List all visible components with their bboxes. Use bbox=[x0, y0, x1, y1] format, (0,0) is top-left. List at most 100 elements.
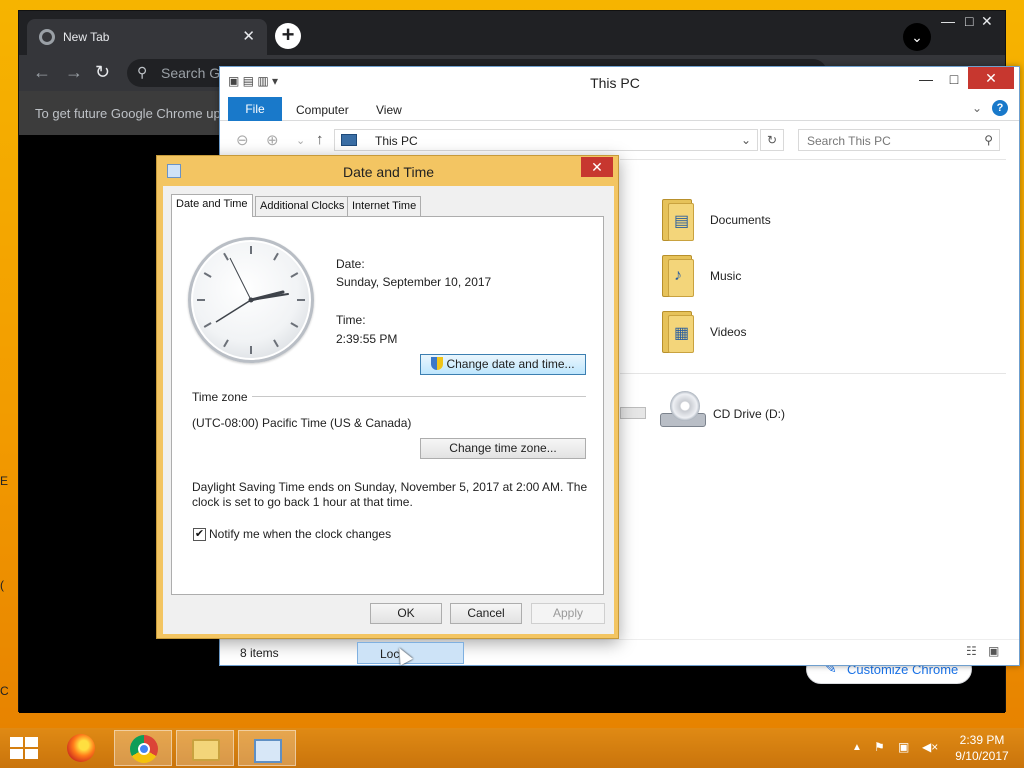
taskbar: ▲ ⚑ ▣ ◀× 2:39 PM 9/10/2017 bbox=[0, 728, 1024, 768]
search-icon: ⚲ bbox=[137, 64, 148, 80]
documents-folder-icon: ▤ bbox=[660, 197, 696, 243]
tab-internet-time[interactable]: Internet Time bbox=[347, 196, 422, 216]
help-icon[interactable]: ? bbox=[992, 100, 1008, 116]
divider bbox=[252, 396, 586, 397]
address-bar[interactable]: This PC ⌄ bbox=[334, 129, 758, 151]
chrome-tab-new-tab[interactable]: New Tab ✕ bbox=[27, 19, 267, 55]
details-view-icon[interactable]: ☷ bbox=[966, 644, 977, 658]
explorer-minimize-icon[interactable]: — bbox=[912, 71, 940, 87]
folder-label: Documents bbox=[710, 213, 771, 227]
explorer-title: This PC bbox=[590, 75, 640, 91]
refresh-icon[interactable]: ↻ bbox=[760, 129, 784, 151]
chrome-tab-title: New Tab bbox=[63, 30, 110, 44]
chrome-icon bbox=[130, 735, 158, 763]
action-center-flag-icon[interactable]: ⚑ bbox=[874, 740, 885, 754]
chrome-tab-search-icon[interactable]: ⌄ bbox=[903, 23, 931, 51]
cd-drive-icon bbox=[660, 389, 706, 433]
music-folder-icon: ♪ bbox=[660, 253, 696, 299]
folder-documents[interactable]: ▤ Documents bbox=[660, 197, 860, 247]
desktop-icon-fragment: C bbox=[0, 684, 9, 698]
taskbar-firefox[interactable] bbox=[52, 730, 110, 766]
dst-info-line-1: Daylight Saving Time ends on Sunday, Nov… bbox=[192, 480, 588, 494]
infobar-text: To get future Google Chrome up bbox=[35, 106, 221, 121]
chrome-close-icon[interactable]: ✕ bbox=[981, 13, 993, 30]
taskbar-chrome[interactable] bbox=[114, 730, 172, 766]
this-pc-icon bbox=[341, 134, 357, 146]
folder-videos[interactable]: ▦ Videos bbox=[660, 309, 860, 359]
show-hidden-icons-icon[interactable]: ▲ bbox=[852, 742, 862, 753]
taskbar-file-explorer[interactable] bbox=[176, 730, 234, 766]
back-arrow-icon[interactable]: ← bbox=[33, 62, 51, 83]
explorer-back-icon[interactable]: ⊖ bbox=[236, 131, 249, 149]
tab-date-and-time[interactable]: Date and Time bbox=[171, 194, 253, 217]
expand-ribbon-icon[interactable]: ⌄ bbox=[972, 101, 982, 115]
analog-clock bbox=[188, 237, 314, 363]
taskbar-clock[interactable]: 2:39 PM 9/10/2017 bbox=[950, 732, 1014, 764]
tab-additional-clocks[interactable]: Additional Clocks bbox=[255, 196, 350, 216]
large-icons-view-icon[interactable]: ▣ bbox=[988, 644, 999, 658]
date-time-icon bbox=[254, 739, 282, 763]
time-label: Time: bbox=[336, 313, 366, 327]
timezone-value: (UTC-08:00) Pacific Time (US & Canada) bbox=[192, 416, 412, 430]
address-dropdown-icon[interactable]: ⌄ bbox=[741, 133, 751, 147]
change-date-and-time-button[interactable]: Change date and time... bbox=[420, 354, 586, 375]
reload-icon[interactable]: ↻ bbox=[95, 62, 110, 83]
explorer-address-row: ⊖ ⊕ ⌄ ↑ This PC ⌄ ↻ Search This PC ⚲ bbox=[220, 123, 1019, 157]
uac-shield-icon bbox=[431, 357, 444, 370]
recent-locations-icon[interactable]: ⌄ bbox=[296, 134, 305, 147]
search-icon: ⚲ bbox=[984, 133, 993, 147]
explorer-search-input[interactable]: Search This PC ⚲ bbox=[798, 129, 1000, 151]
dialog-close-icon[interactable]: ✕ bbox=[581, 157, 613, 177]
start-button[interactable] bbox=[10, 737, 38, 759]
omnibox-placeholder: Search Go bbox=[161, 65, 228, 81]
up-arrow-icon[interactable]: ↑ bbox=[316, 131, 324, 148]
explorer-close-icon[interactable]: ✕ bbox=[968, 67, 1014, 89]
ribbon-tab-view[interactable]: View bbox=[376, 103, 402, 117]
explorer-statusbar: 8 items ☷ ▣ bbox=[220, 639, 1019, 665]
cd-drive-d[interactable]: CD Drive (D:) bbox=[660, 389, 860, 439]
desktop-icon-fragment: ( bbox=[0, 578, 4, 592]
cancel-button[interactable]: Cancel bbox=[450, 603, 522, 624]
dialog-body: Date and Time Additional Clocks Internet… bbox=[163, 186, 614, 634]
change-time-zone-button[interactable]: Change time zone... bbox=[420, 438, 586, 459]
dialog-titlebar: Date and Time ✕ bbox=[157, 156, 618, 186]
close-tab-icon[interactable]: ✕ bbox=[242, 27, 255, 45]
videos-folder-icon: ▦ bbox=[660, 309, 696, 355]
ribbon-file-tab[interactable]: File bbox=[228, 97, 282, 121]
drive-label: CD Drive (D:) bbox=[713, 407, 785, 421]
network-icon[interactable]: ▣ bbox=[898, 740, 909, 754]
new-tab-button[interactable]: + bbox=[275, 23, 301, 49]
taskbar-date-time[interactable] bbox=[238, 730, 296, 766]
clock-time: 2:39 PM bbox=[959, 733, 1005, 747]
chrome-favicon-icon bbox=[39, 29, 55, 45]
date-value: Sunday, September 10, 2017 bbox=[336, 275, 492, 289]
clock-date: 9/10/2017 bbox=[955, 749, 1009, 763]
search-placeholder: Search This PC bbox=[807, 134, 891, 148]
change-date-and-time-label: Change date and time... bbox=[446, 357, 575, 371]
ribbon-tab-computer[interactable]: Computer bbox=[296, 103, 349, 117]
apply-button[interactable]: Apply bbox=[531, 603, 605, 624]
chrome-minimize-icon[interactable]: — bbox=[941, 13, 955, 29]
time-value: 2:39:55 PM bbox=[336, 332, 398, 346]
firefox-icon bbox=[67, 734, 95, 762]
ok-button[interactable]: OK bbox=[370, 603, 442, 624]
folder-music[interactable]: ♪ Music bbox=[660, 253, 860, 303]
item-count: 8 items bbox=[240, 646, 279, 660]
chrome-tab-strip: New Tab ✕ + ⌄ — □ ✕ bbox=[19, 11, 1005, 55]
dst-info-line-2: clock is set to go back 1 hour at that t… bbox=[192, 495, 413, 509]
chrome-maximize-icon[interactable]: □ bbox=[965, 13, 973, 29]
notify-checkbox[interactable]: ✔ bbox=[193, 528, 206, 541]
volume-muted-icon[interactable]: ◀× bbox=[922, 740, 938, 754]
explorer-ribbon: File Computer View ⌄ ? bbox=[220, 97, 1019, 121]
folder-label: Music bbox=[710, 269, 742, 283]
explorer-titlebar: ▣ ▤ ▥ ▾ This PC — □ ✕ bbox=[220, 67, 1019, 97]
file-explorer-icon bbox=[192, 739, 220, 761]
tab-panel-date-and-time: Date: Sunday, September 10, 2017 Time: 2… bbox=[171, 216, 604, 595]
explorer-maximize-icon[interactable]: □ bbox=[940, 71, 968, 87]
drive-capacity-bar bbox=[620, 407, 646, 419]
forward-arrow-icon[interactable]: → bbox=[65, 62, 83, 83]
breadcrumb: This PC bbox=[375, 134, 418, 148]
explorer-forward-icon[interactable]: ⊕ bbox=[266, 131, 279, 149]
divider bbox=[620, 159, 1006, 160]
ghost-item[interactable]: Loc bbox=[357, 642, 464, 664]
